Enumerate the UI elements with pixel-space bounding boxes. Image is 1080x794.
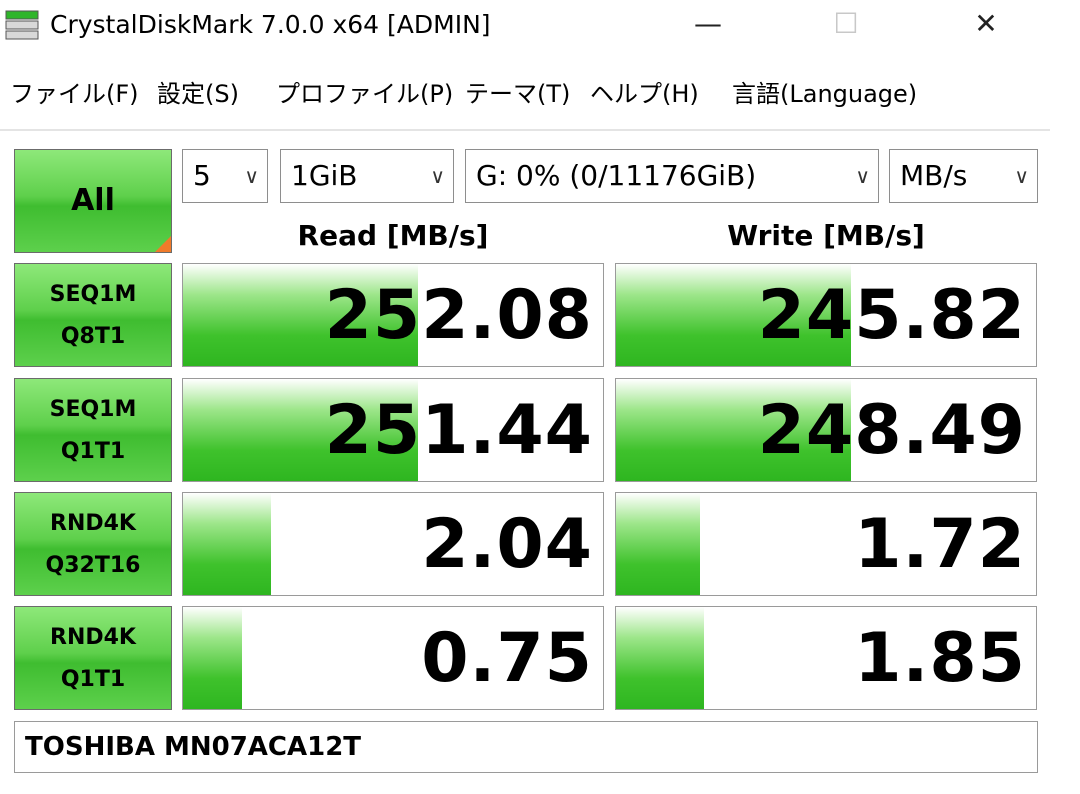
write-value: 248.49 [757, 391, 1026, 470]
drive-value: G: 0% (0/11176GiB) [476, 159, 757, 192]
menu-profile[interactable]: プロファイル(P) [276, 76, 453, 112]
test-name: SEQ1M [49, 397, 137, 422]
test-size-select[interactable]: 1GiB ∨ [280, 149, 454, 203]
test-button-rnd4k-q32t16[interactable]: RND4K Q32T16 [14, 492, 172, 596]
test-count-value: 5 [193, 159, 211, 192]
menu-bar: ファイル(F) 設定(S) プロファイル(P) テーマ(T) ヘルプ(H) 言語… [0, 70, 1080, 122]
title-bar: CrystalDiskMark 7.0.0 x64 [ADMIN] — ☐ ✕ [0, 0, 1080, 52]
test-name: SEQ1M [49, 282, 137, 307]
minimize-button[interactable]: — [678, 0, 738, 50]
read-result-cell: 0.75 [182, 606, 604, 710]
read-result-cell: 252.08 [182, 263, 604, 367]
write-column-header: Write [MB/s] [727, 219, 925, 252]
write-result-cell: 1.85 [615, 606, 1037, 710]
read-result-cell: 2.04 [182, 492, 604, 596]
unit-value: MB/s [900, 159, 968, 192]
test-size-value: 1GiB [291, 159, 358, 192]
test-params: Q1T1 [60, 667, 126, 692]
menu-help[interactable]: ヘルプ(H) [590, 76, 699, 112]
test-button-rnd4k-q1t1[interactable]: RND4K Q1T1 [14, 606, 172, 710]
menu-language[interactable]: 言語(Language) [732, 76, 917, 112]
all-corner-marker [155, 236, 171, 252]
write-result-cell: 245.82 [615, 263, 1037, 367]
test-count-select[interactable]: 5 ∨ [182, 149, 268, 203]
test-params: Q1T1 [60, 439, 126, 464]
maximize-button[interactable]: ☐ [816, 0, 876, 50]
read-value: 0.75 [421, 619, 593, 698]
window-title: CrystalDiskMark 7.0.0 x64 [ADMIN] [50, 10, 491, 39]
all-button-label: All [71, 183, 115, 218]
chevron-down-icon: ∨ [1014, 164, 1029, 188]
all-button[interactable]: All [14, 149, 172, 253]
read-progress-bar [183, 493, 272, 595]
chevron-down-icon: ∨ [855, 164, 870, 188]
read-value: 251.44 [324, 391, 593, 470]
drive-name-field[interactable]: TOSHIBA MN07ACA12T [14, 721, 1038, 773]
read-value: 252.08 [324, 276, 593, 355]
menu-settings[interactable]: 設定(S) [157, 76, 239, 112]
test-params: Q32T16 [45, 553, 141, 578]
chevron-down-icon: ∨ [244, 164, 259, 188]
test-params: Q8T1 [60, 324, 126, 349]
unit-select[interactable]: MB/s ∨ [889, 149, 1038, 203]
menu-file[interactable]: ファイル(F) [10, 76, 139, 112]
drive-select[interactable]: G: 0% (0/11176GiB) ∨ [465, 149, 879, 203]
write-progress-bar [616, 493, 700, 595]
read-result-cell: 251.44 [182, 378, 604, 482]
read-column-header: Read [MB/s] [297, 219, 489, 252]
test-button-seq1m-q1t1[interactable]: SEQ1M Q1T1 [14, 378, 172, 482]
test-button-seq1m-q8t1[interactable]: SEQ1M Q8T1 [14, 263, 172, 367]
write-value: 1.85 [854, 619, 1026, 698]
close-button[interactable]: ✕ [956, 0, 1016, 50]
menu-theme[interactable]: テーマ(T) [465, 76, 570, 112]
write-result-cell: 1.72 [615, 492, 1037, 596]
test-name: RND4K [50, 625, 136, 650]
read-value: 2.04 [421, 505, 593, 584]
write-value: 245.82 [757, 276, 1026, 355]
read-progress-bar [183, 607, 242, 709]
chevron-down-icon: ∨ [430, 164, 445, 188]
write-progress-bar [616, 607, 705, 709]
test-name: RND4K [50, 511, 136, 536]
app-disk-icon [5, 10, 39, 40]
write-result-cell: 248.49 [615, 378, 1037, 482]
write-value: 1.72 [854, 505, 1026, 584]
